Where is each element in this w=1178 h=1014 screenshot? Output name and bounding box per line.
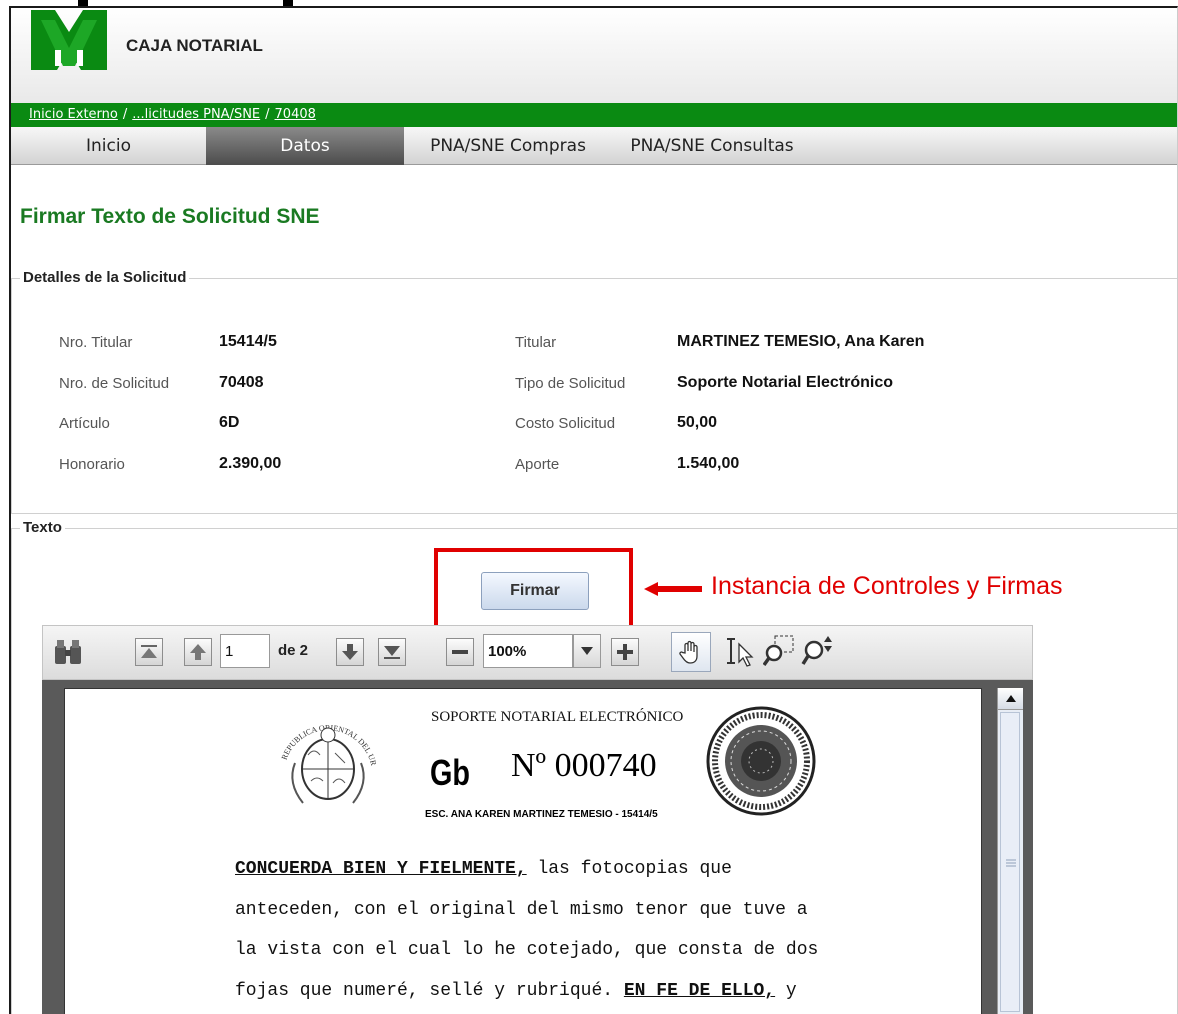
aporte-value: 1.540,00 [677,455,740,472]
texto-legend: Texto [20,519,65,536]
document-header: SOPORTE NOTARIAL ELECTRÓNICO [431,709,684,725]
brand-name: CAJA NOTARIAL [126,36,263,55]
document-line-2: anteceden, con el original del mismo ten… [235,900,808,920]
document-line-1: CONCUERDA BIEN Y FIELMENTE, las fotocopi… [235,859,732,879]
dynamic-zoom-icon[interactable] [801,634,837,668]
page-count-label: de 2 [278,642,309,659]
notary-stamp-seal [706,706,816,816]
articulo-label: Artículo [59,415,110,432]
screenshot: CAJA NOTARIAL Inicio Externo / ...licitude… [0,0,1178,1014]
document-escribano: ESC. ANA KAREN MARTINEZ TEMESIO - 15414/… [425,809,658,820]
annotation-highlight-box [434,548,633,634]
last-page-icon[interactable] [378,638,406,666]
nro-solicitud-value: 70408 [219,374,264,391]
first-page-icon[interactable] [135,638,163,666]
zoom-in-icon[interactable] [611,638,639,666]
nro-solicitud-label: Nro. de Solicitud [59,375,170,392]
text-select-icon[interactable] [723,636,757,668]
pdf-page: REPUBLICA ORIENTAL DEL URUGUAY SOPORTE N… [64,688,982,1014]
annotation-text: Instancia de Controles y Firmas [711,572,1063,600]
zoom-dropdown-icon[interactable] [573,634,601,668]
titular-label: Titular [515,334,557,351]
breadcrumb-solicitud-id[interactable]: 70408 [275,107,316,122]
details-legend: Detalles de la Solicitud [20,269,190,286]
tab-datos[interactable]: Datos [206,126,404,165]
pdf-vertical-scrollbar[interactable] [997,688,1023,1014]
document-number: Nº 000740 [511,747,657,784]
binoculars-icon[interactable] [53,638,83,666]
nro-titular-label: Nro. Titular [59,334,133,351]
zoom-out-icon[interactable] [446,638,474,666]
scrollbar-thumb[interactable] [1000,712,1020,1012]
main-menu: Inicio Datos PNA/SNE Compras PNA/SNE Con… [11,126,1177,165]
tipo-solicitud-label: Tipo de Solicitud [515,375,626,392]
annotation-arrow-icon [644,582,702,596]
next-page-icon[interactable] [336,638,364,666]
prev-page-icon[interactable] [184,638,212,666]
hand-tool-icon[interactable] [671,632,711,672]
honorario-value: 2.390,00 [219,455,282,472]
titular-value: MARTINEZ TEMESIO, Ana Karen [677,333,925,350]
page-title: Firmar Texto de Solicitud SNE [20,205,320,228]
document-series: Gb [430,752,470,793]
costo-solicitud-label: Costo Solicitud [515,415,616,432]
header: CAJA NOTARIAL [11,8,1177,103]
zoom-input[interactable]: 100% [483,634,573,668]
page-number-input[interactable]: 1 [220,634,270,668]
marquee-zoom-icon[interactable] [763,634,797,668]
breadcrumb: Inicio Externo / ...licitudes PNA/SNE/7040… [11,103,1177,127]
honorario-label: Honorario [59,456,125,473]
pdf-toolbar: 1 de 2 100% [42,625,1033,680]
scroll-up-icon[interactable] [998,688,1023,710]
aporte-label: Aporte [515,456,560,473]
breadcrumb-solicitudes[interactable]: ...licitudes PNA/SNE [132,107,260,122]
pdf-viewer[interactable]: REPUBLICA ORIENTAL DEL URUGUAY SOPORTE N… [42,680,1033,1014]
document-line-3: la vista con el cual lo he cotejado, que… [235,940,819,960]
tab-pna-sne-consultas[interactable]: PNA/SNE Consultas [612,127,812,165]
articulo-value: 6D [219,414,240,431]
caja-notarial-logo[interactable] [31,10,107,70]
document-line-4: fojas que numeré, sellé y rubriqué. EN F… [235,981,797,1001]
breadcrumb-inicio-externo[interactable]: Inicio Externo [29,107,118,122]
tab-pna-sne-compras[interactable]: PNA/SNE Compras [404,127,612,165]
tipo-solicitud-value: Soporte Notarial Electrónico [677,374,894,391]
nro-titular-value: 15414/5 [219,333,277,350]
app-window: CAJA NOTARIAL Inicio Externo / ...licitude… [9,6,1178,1014]
uruguay-coat-of-arms-seal: REPUBLICA ORIENTAL DEL URUGUAY [273,703,378,804]
costo-solicitud-value: 50,00 [677,414,718,431]
tab-inicio[interactable]: Inicio [11,127,206,165]
details-fieldset: Detalles de la Solicitud Nro. Titular 15… [11,269,1177,514]
